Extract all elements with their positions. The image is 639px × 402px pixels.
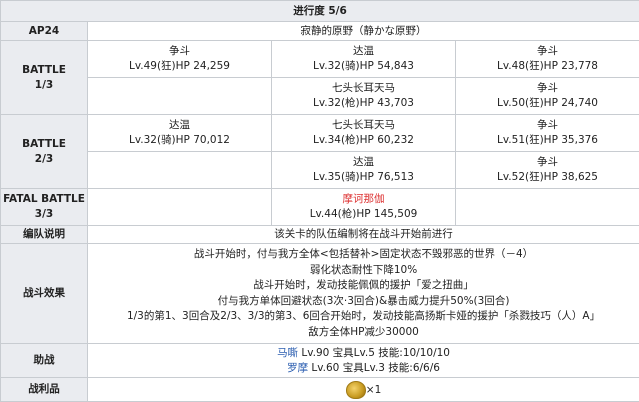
enemy-cell: 争斗Lv.52(狂)HP 38,625 — [456, 152, 639, 189]
battle-label-text: BATTLE — [22, 138, 66, 150]
enemy-cell: 达温Lv.32(骑)HP 54,843 — [272, 41, 456, 78]
enemy-name: 七头长耳天马 — [272, 81, 455, 96]
enemy-name: 争斗 — [456, 81, 639, 96]
support-line: 罗摩 Lv.60 宝具Lv.3 技能:6/6/6 — [88, 361, 639, 376]
empty-cell — [88, 189, 272, 226]
effect-line: 1/3的第1、3回合及2/3、3/3的第3、6回合开始时，发动技能高扬斯卡娅的援… — [88, 309, 639, 325]
effect-line: 战斗开始时，付与我方全体<包括替补>固定状态不毁邪恶的世界（－4） — [88, 247, 639, 263]
enemy-stats: Lv.32(骑)HP 70,012 — [88, 133, 271, 148]
enemy-stats: Lv.48(狂)HP 23,778 — [456, 59, 639, 74]
battle-label-text: FATAL BATTLE — [3, 193, 85, 205]
effect-line: 付与我方单体回避状态(3次·3回合)&暴击威力提升50%(3回合) — [88, 294, 639, 310]
effects-label: 战斗效果 — [1, 244, 88, 344]
reward-cell: ×1 — [88, 378, 639, 402]
enemy-cell: 争斗Lv.48(狂)HP 23,778 — [456, 41, 639, 78]
enemy-name: 达温 — [272, 155, 455, 170]
enemy-cell: 七头长耳天马Lv.34(枪)HP 60,232 — [272, 115, 456, 152]
enemy-stats: Lv.32(枪)HP 43,703 — [272, 96, 455, 111]
enemy-cell: 七头长耳天马Lv.32(枪)HP 43,703 — [272, 78, 456, 115]
enemy-name: 争斗 — [456, 44, 639, 59]
enemy-stats: Lv.35(骑)HP 76,513 — [272, 170, 455, 185]
boss-name[interactable]: 摩诃那伽 — [272, 192, 455, 207]
empty-cell — [88, 152, 272, 189]
enemy-cell: 达温Lv.35(骑)HP 76,513 — [272, 152, 456, 189]
enemy-cell: 争斗Lv.50(狂)HP 24,740 — [456, 78, 639, 115]
reward-count: ×1 — [366, 384, 381, 396]
effect-line: 敌方全体HP减少30000 — [88, 325, 639, 341]
enemy-name: 争斗 — [456, 118, 639, 133]
enemy-name: 七头长耳天马 — [272, 118, 455, 133]
battle-3-label: FATAL BATTLE 3/3 — [1, 189, 88, 226]
support-detail: Lv.60 宝具Lv.3 技能:6/6/6 — [308, 362, 440, 374]
enemy-cell: 争斗Lv.51(狂)HP 35,376 — [456, 115, 639, 152]
battle-count-text: 3/3 — [35, 208, 53, 220]
ap-cost: AP24 — [1, 22, 88, 41]
formation-text: 该关卡的队伍编制将在战斗开始前进行 — [88, 226, 639, 244]
battle-label-text: BATTLE — [22, 64, 66, 76]
battle-count-text: 1/3 — [35, 79, 53, 91]
quest-table: 进行度 5/6 AP24 寂静的原野（静かな原野） BATTLE 1/3 争斗L… — [0, 0, 639, 402]
enemy-stats: Lv.52(狂)HP 38,625 — [456, 170, 639, 185]
enemy-name: 争斗 — [88, 44, 271, 59]
support-servant-link[interactable]: 罗摩 — [287, 362, 308, 374]
support-line: 马嘶 Lv.90 宝具Lv.5 技能:10/10/10 — [88, 346, 639, 361]
enemy-cell: 争斗Lv.49(狂)HP 24,259 — [88, 41, 272, 78]
empty-cell — [456, 189, 639, 226]
support-servant-link[interactable]: 马嘶 — [277, 347, 298, 359]
stage-name: 寂静的原野（静かな原野） — [88, 22, 639, 41]
enemy-stats: Lv.34(枪)HP 60,232 — [272, 133, 455, 148]
enemy-name: 争斗 — [456, 155, 639, 170]
gold-fruit-icon[interactable] — [346, 381, 366, 399]
effects-cell: 战斗开始时，付与我方全体<包括替补>固定状态不毁邪恶的世界（－4） 弱化状态耐性… — [88, 244, 639, 344]
effect-line: 弱化状态耐性下降10% — [88, 263, 639, 279]
progress-header: 进行度 5/6 — [1, 1, 639, 22]
battle-2-label: BATTLE 2/3 — [1, 115, 88, 189]
enemy-name: 达温 — [272, 44, 455, 59]
support-cell: 马嘶 Lv.90 宝具Lv.5 技能:10/10/10 罗摩 Lv.60 宝具L… — [88, 344, 639, 378]
battle-1-label: BATTLE 1/3 — [1, 41, 88, 115]
empty-cell — [88, 78, 272, 115]
formation-label: 编队说明 — [1, 226, 88, 244]
effect-line: 战斗开始时，发动技能佩佩的援护「爱之扭曲」 — [88, 278, 639, 294]
enemy-stats: Lv.51(狂)HP 35,376 — [456, 133, 639, 148]
battle-count-text: 2/3 — [35, 153, 53, 165]
enemy-stats: Lv.32(骑)HP 54,843 — [272, 59, 455, 74]
enemy-stats: Lv.49(狂)HP 24,259 — [88, 59, 271, 74]
enemy-cell: 达温Lv.32(骑)HP 70,012 — [88, 115, 272, 152]
enemy-name: 达温 — [88, 118, 271, 133]
boss-stats: Lv.44(枪)HP 145,509 — [272, 207, 455, 222]
boss-cell: 摩诃那伽Lv.44(枪)HP 145,509 — [272, 189, 456, 226]
enemy-stats: Lv.50(狂)HP 24,740 — [456, 96, 639, 111]
reward-label: 战利品 — [1, 378, 88, 402]
support-detail: Lv.90 宝具Lv.5 技能:10/10/10 — [298, 347, 450, 359]
support-label: 助战 — [1, 344, 88, 378]
